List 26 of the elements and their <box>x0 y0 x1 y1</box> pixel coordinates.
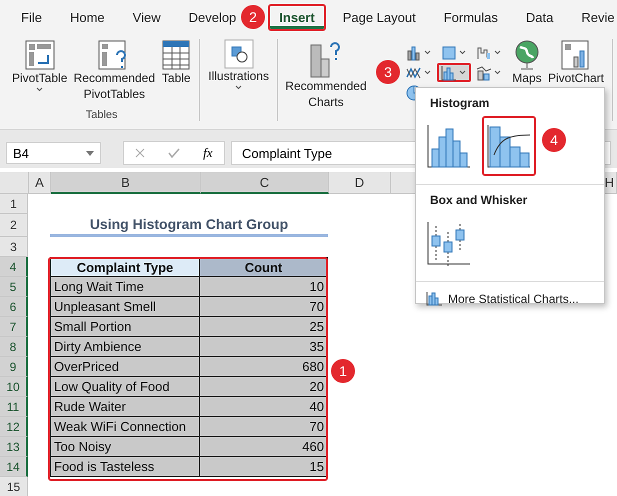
table-cell: 10 <box>200 277 328 297</box>
table-header-cell: Complaint Type <box>50 257 200 277</box>
group-label: Tables <box>86 109 118 121</box>
table-cell: Rude Waiter <box>50 397 200 417</box>
table-cell: 680 <box>200 357 328 377</box>
menu-heading: Histogram <box>429 95 490 112</box>
table-cell: Unpleasant Smell <box>50 297 200 317</box>
table-cell: 70 <box>200 417 328 437</box>
table-cell: 35 <box>200 337 328 357</box>
table-cell: OverPriced <box>50 357 200 377</box>
sheet-title: Using Histogram Chart Group <box>50 214 328 237</box>
table-cell: Too Noisy <box>50 437 200 457</box>
menu-heading: Box and Whisker <box>429 192 528 209</box>
table-cell: 460 <box>200 437 328 457</box>
table-cell: Dirty Ambience <box>50 337 200 357</box>
table-cell: Food is Tasteless <box>50 457 200 477</box>
table-cell: 20 <box>200 377 328 397</box>
table-cell: 70 <box>200 297 328 317</box>
table-cell: 40 <box>200 397 328 417</box>
table-cell: Small Portion <box>50 317 200 337</box>
table-cell: Weak WiFi Connection <box>50 417 200 437</box>
table-cell: 25 <box>200 317 328 337</box>
table-cell: Long Wait Time <box>50 277 200 297</box>
step-badge: 1 <box>331 359 355 383</box>
table-cell: Low Quality of Food <box>50 377 200 397</box>
table-cell: 15 <box>200 457 328 477</box>
